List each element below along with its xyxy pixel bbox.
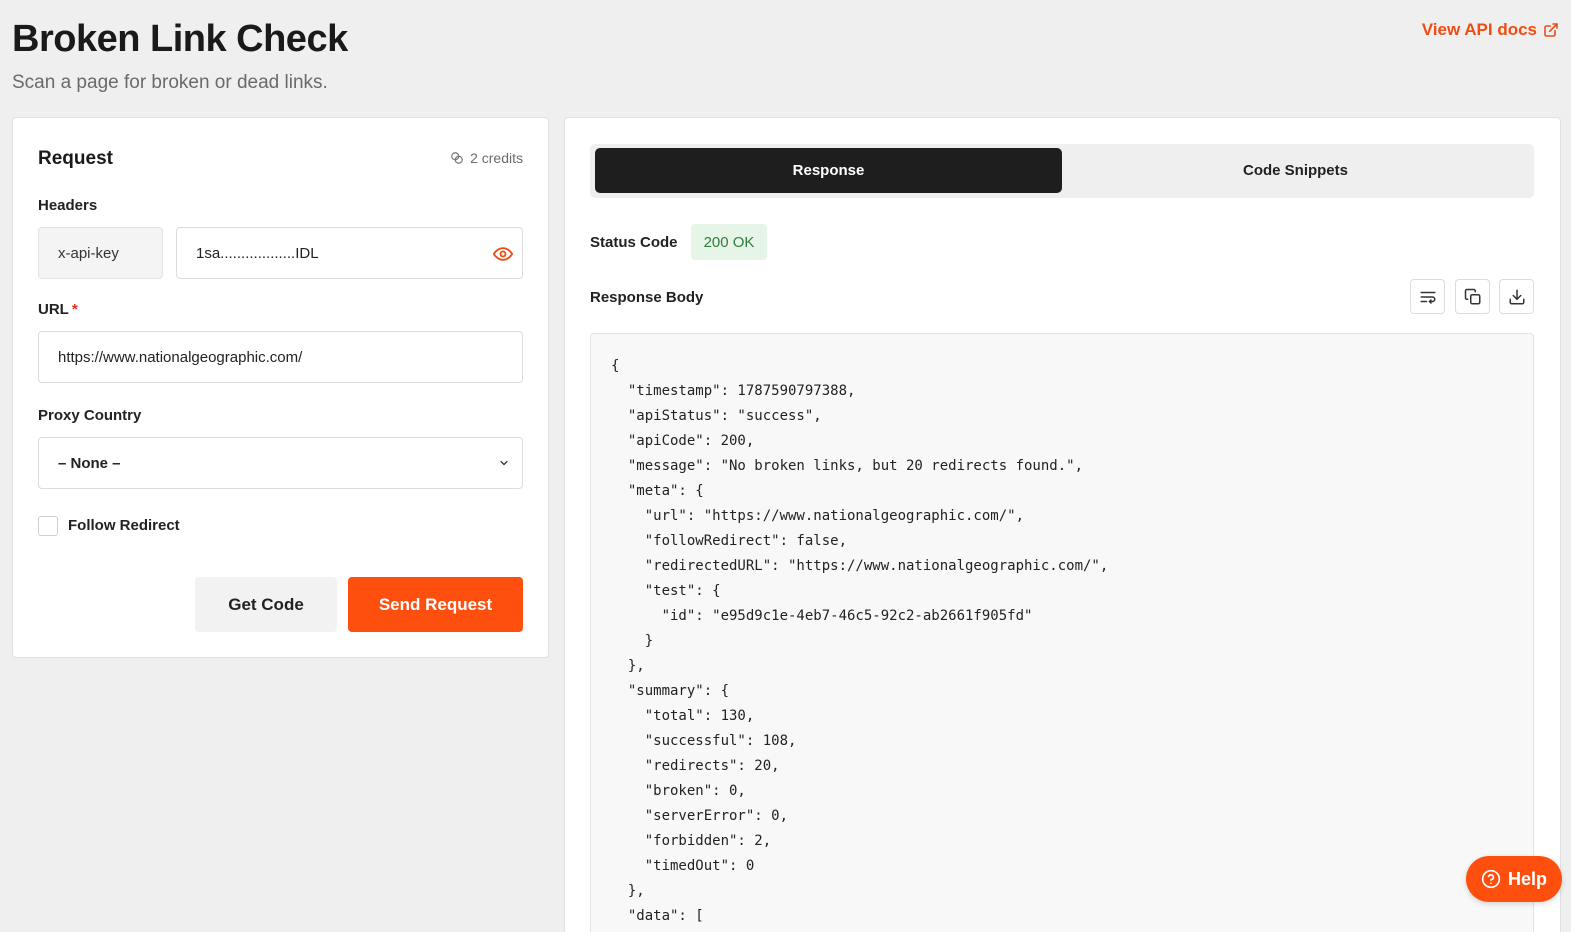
- response-tabs: Response Code Snippets: [590, 144, 1534, 198]
- follow-redirect-label: Follow Redirect: [68, 517, 180, 534]
- response-body-viewer[interactable]: { "timestamp": 1787590797388, "apiStatus…: [590, 333, 1534, 932]
- external-link-icon: [1544, 23, 1558, 37]
- status-code-label: Status Code: [590, 234, 678, 251]
- required-mark: *: [71, 301, 78, 318]
- response-body-json: { "timestamp": 1787590797388, "apiStatus…: [611, 358, 1109, 924]
- url-label-text: URL: [38, 301, 69, 318]
- response-panel: Response Code Snippets Status Code 200 O…: [564, 117, 1561, 932]
- copy-icon: [1464, 288, 1480, 304]
- wrap-text-button[interactable]: [1410, 279, 1445, 314]
- page-title: Broken Link Check: [12, 18, 348, 60]
- page: Broken Link Check Scan a page for broken…: [0, 0, 1571, 932]
- tab-code-snippets[interactable]: Code Snippets: [1062, 148, 1529, 193]
- credits-label: 2 credits: [470, 150, 523, 166]
- download-button[interactable]: [1499, 279, 1534, 314]
- status-badge: 200 OK: [691, 224, 767, 260]
- help-label: Help: [1507, 868, 1547, 889]
- request-panel: Request 2 credits Headers x-api-key 1sa.…: [12, 117, 549, 658]
- view-api-docs-link[interactable]: View API docs: [1422, 20, 1559, 40]
- eye-icon[interactable]: [493, 244, 513, 264]
- help-circle-icon: [1481, 869, 1501, 889]
- help-button[interactable]: Help: [1466, 856, 1562, 902]
- get-code-button[interactable]: Get Code: [195, 577, 337, 632]
- view-api-docs-label: View API docs: [1421, 20, 1537, 39]
- send-request-button[interactable]: Send Request: [348, 577, 523, 632]
- wrap-text-icon: [1420, 291, 1435, 304]
- proxy-country-select[interactable]: – None –: [38, 437, 523, 489]
- url-label: URL *: [38, 301, 78, 318]
- follow-redirect-checkbox[interactable]: [38, 516, 58, 536]
- api-key-input[interactable]: 1sa..................IDL: [176, 227, 523, 279]
- copy-button[interactable]: [1455, 279, 1490, 314]
- header-key-field[interactable]: x-api-key: [38, 227, 163, 279]
- download-icon: [1509, 289, 1524, 304]
- proxy-country-label: Proxy Country: [38, 407, 142, 424]
- url-input[interactable]: https://www.nationalgeographic.com/: [38, 331, 523, 383]
- tab-response[interactable]: Response: [595, 148, 1062, 193]
- api-key-value: 1sa..................IDL: [196, 244, 319, 262]
- credits-indicator: 2 credits: [450, 150, 523, 166]
- proxy-country-value: – None –: [58, 454, 121, 472]
- coins-icon: [451, 152, 463, 164]
- headers-label: Headers: [38, 197, 98, 214]
- response-body-label: Response Body: [590, 289, 704, 306]
- chevron-down-icon: [500, 460, 508, 466]
- url-value: https://www.nationalgeographic.com/: [58, 348, 303, 366]
- request-title: Request: [38, 148, 113, 169]
- page-subtitle: Scan a page for broken or dead links.: [12, 72, 328, 93]
